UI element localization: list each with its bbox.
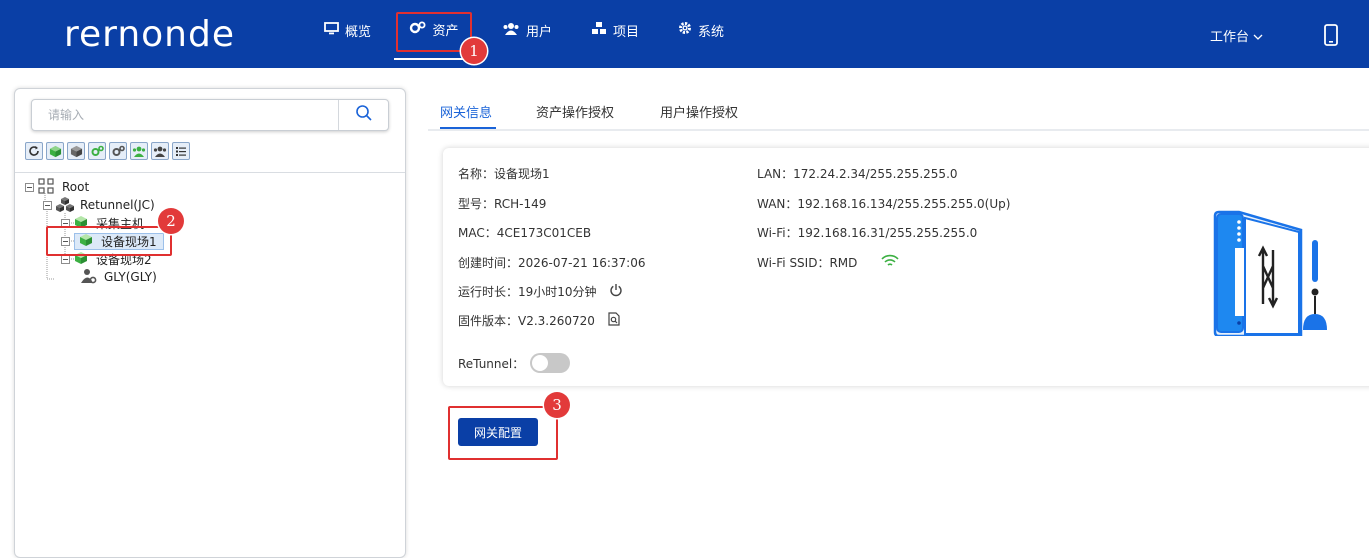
info-mac: MAC： 4CE173C01CEB <box>458 224 591 241</box>
step-badge-2: 2 <box>158 208 184 234</box>
info-value: 2026-07-21 16:37:06 <box>518 255 646 270</box>
cluster-icon <box>56 196 74 215</box>
nav-users-label: 用户 <box>526 24 553 40</box>
tree-node-gly[interactable]: GLY(GLY) <box>81 268 157 287</box>
nav-projects-label: 项目 <box>613 24 640 40</box>
info-label: MAC： <box>458 226 497 240</box>
info-value: 设备现场1 <box>494 167 550 181</box>
top-nav-bar: rernonde 概览 资产 用户 项目 系统 工作台 <box>0 0 1369 68</box>
brand-logo[interactable]: rernonde <box>64 14 246 63</box>
info-firmware: 固件版本： V2.3.260720 <box>458 312 621 329</box>
gateway-info-card: 名称： 设备现场1 型号： RCH-149 MAC： 4CE173C01CEB 创建时… <box>443 148 1369 386</box>
gear-icon <box>678 21 692 39</box>
tab-user-authorization[interactable]: 用户操作授权 <box>660 102 738 121</box>
info-label: LAN： <box>757 167 794 181</box>
active-tab-indicator <box>440 127 496 129</box>
document-search-icon[interactable] <box>607 312 621 329</box>
info-label: 创建时间： <box>458 256 519 270</box>
info-value: 172.24.2.34/255.255.255.0 <box>793 166 958 181</box>
info-value: 19小时10分钟 <box>518 285 597 299</box>
workbench-label: 工作台 <box>1210 30 1250 45</box>
info-label: WAN： <box>757 197 798 211</box>
info-created: 创建时间： 2026-07-21 16:37:06 <box>458 254 645 271</box>
tree-node-label: Retunnel(JC) <box>80 198 155 212</box>
info-value: RMD <box>829 255 858 270</box>
info-label: 运行时长： <box>458 285 519 299</box>
info-label: 名称： <box>458 167 495 181</box>
user-gear-icon <box>81 268 97 287</box>
collapse-icon[interactable] <box>43 200 52 210</box>
highlight-box-device-site-1 <box>46 226 172 256</box>
cubes-icon <box>591 21 607 39</box>
nav-users[interactable]: 用户 <box>502 0 552 60</box>
info-wan: WAN： 192.168.16.134/255.255.255.0(Up) <box>757 195 1010 212</box>
step-badge-1: 1 <box>461 38 487 64</box>
tab-asset-authorization[interactable]: 资产操作授权 <box>536 102 614 121</box>
workbench-menu[interactable]: 工作台 <box>1210 26 1263 45</box>
logo-wordmark: rernonde <box>64 14 235 55</box>
info-label: 型号： <box>458 197 495 211</box>
monitor-icon <box>324 21 339 39</box>
tree-node-root[interactable]: Root <box>25 177 90 197</box>
info-value: 4CE173C01CEB <box>496 225 592 240</box>
tree-node-label: Root <box>62 180 90 194</box>
nav-overview[interactable]: 概览 <box>324 0 371 60</box>
retunnel-toggle[interactable] <box>530 353 571 373</box>
info-retunnel: ReTunnel： <box>458 353 571 373</box>
info-value: 192.168.16.31/255.255.255.0 <box>797 225 978 240</box>
gateway-device-illustration <box>1211 208 1333 340</box>
wifi-signal-icon <box>881 254 899 271</box>
detail-tabs: 网关信息 资产操作授权 用户操作授权 <box>428 96 1369 131</box>
users-icon <box>502 22 520 39</box>
chevron-down-icon <box>1253 30 1263 45</box>
nav-system-label: 系统 <box>698 24 725 40</box>
power-icon[interactable] <box>609 283 623 300</box>
info-label: ReTunnel： <box>458 356 525 371</box>
mobile-icon[interactable] <box>1323 24 1339 50</box>
info-label: Wi-Fi： <box>757 226 798 240</box>
tree-node-retunnel[interactable]: Retunnel(JC) <box>43 196 155 215</box>
info-name: 名称： 设备现场1 <box>458 165 550 182</box>
info-value: 192.168.16.134/255.255.255.0(Up) <box>797 196 1011 211</box>
nav-projects[interactable]: 项目 <box>591 0 639 60</box>
info-wifi-ssid: Wi-Fi SSID： RMD <box>757 254 899 271</box>
highlight-box-assets <box>396 12 472 52</box>
info-wifi: Wi-Fi： 192.168.16.31/255.255.255.0 <box>757 224 977 241</box>
info-label: Wi-Fi SSID： <box>757 256 830 270</box>
nav-system[interactable]: 系统 <box>678 0 724 60</box>
tab-gateway-info[interactable]: 网关信息 <box>440 102 492 121</box>
collapse-icon[interactable] <box>25 182 34 192</box>
info-lan: LAN： 172.24.2.34/255.255.255.0 <box>757 165 958 182</box>
root-icon <box>38 177 54 197</box>
tree-node-label: GLY(GLY) <box>104 270 157 284</box>
step-badge-3: 3 <box>544 392 570 418</box>
nav-overview-label: 概览 <box>345 24 372 40</box>
info-value: V2.3.260720 <box>518 313 595 328</box>
asset-tree-panel: Root Retunnel(JC) 采集主机 设备现场1 <box>14 88 406 558</box>
info-uptime: 运行时长： 19小时10分钟 <box>458 283 623 300</box>
info-model: 型号： RCH-149 <box>458 195 546 212</box>
svg-text:rernonde: rernonde <box>64 14 235 54</box>
highlight-box-config-button <box>448 406 558 460</box>
info-value: RCH-149 <box>494 196 547 211</box>
info-label: 固件版本： <box>458 314 519 328</box>
